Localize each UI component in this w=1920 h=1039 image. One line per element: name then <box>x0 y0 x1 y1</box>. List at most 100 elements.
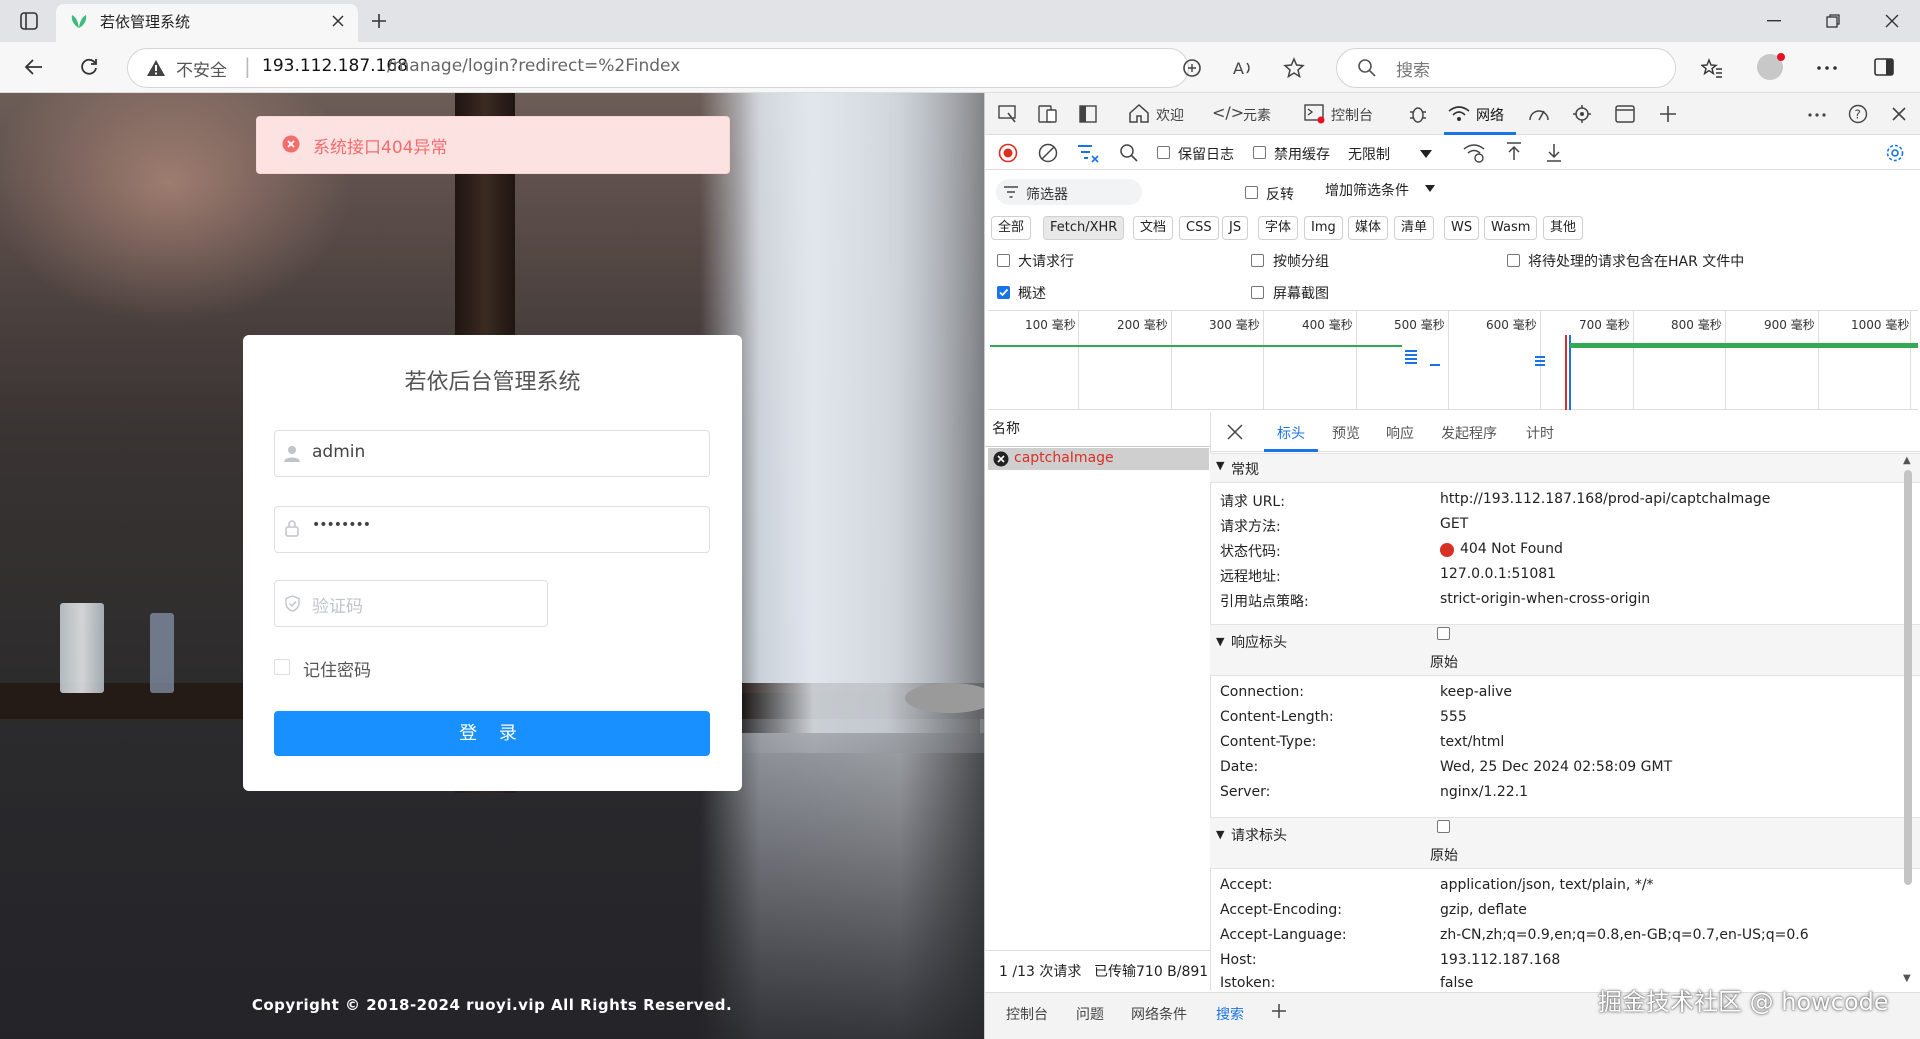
tab-response[interactable]: 响应 <box>1386 423 1414 443</box>
tab-actions-icon[interactable] <box>20 12 38 30</box>
overview-checkbox[interactable] <box>997 286 1010 299</box>
home-icon[interactable] <box>1128 103 1150 123</box>
console-icon[interactable] <box>1304 104 1326 124</box>
type-img[interactable]: Img <box>1304 216 1343 240</box>
security-label[interactable]: 不安全 <box>176 56 227 81</box>
remember-checkbox[interactable] <box>274 659 290 675</box>
filter-toggle-icon[interactable] <box>1077 143 1099 163</box>
har-label[interactable]: 将待处理的请求包含在HAR 文件中 <box>1528 251 1744 271</box>
type-media[interactable]: 媒体 <box>1348 216 1389 240</box>
clear-icon[interactable] <box>1038 143 1058 163</box>
name-column-header[interactable]: 名称 <box>992 418 1020 438</box>
throttle-select[interactable]: 无限制 <box>1348 144 1390 164</box>
tab-headers[interactable]: 标头 <box>1277 423 1305 443</box>
general-section-header[interactable] <box>1210 453 1920 483</box>
tab-elements[interactable]: 元素 <box>1243 105 1271 125</box>
type-all[interactable]: 全部 <box>991 216 1032 240</box>
read-aloud-icon[interactable]: A <box>1232 58 1254 78</box>
tab-network[interactable]: 网络 <box>1476 105 1504 125</box>
application-icon[interactable] <box>1615 104 1635 124</box>
type-fetch-xhr[interactable]: Fetch/XHR <box>1043 216 1125 240</box>
tab-welcome[interactable]: 欢迎 <box>1156 105 1184 125</box>
screenshots-label[interactable]: 屏幕截图 <box>1273 283 1329 303</box>
performance-icon[interactable] <box>1528 104 1550 124</box>
url-path[interactable]: /manage/login?redirect=%2Findex <box>387 56 680 76</box>
login-button[interactable]: 登 录 <box>274 711 710 756</box>
type-doc[interactable]: 文档 <box>1133 216 1174 240</box>
favorite-star-icon[interactable] <box>1283 57 1305 79</box>
warning-icon[interactable] <box>146 59 166 77</box>
drawer-add-icon[interactable] <box>1271 1003 1287 1019</box>
request-raw-label[interactable]: 原始 <box>1430 845 1458 865</box>
type-css[interactable]: CSS <box>1179 216 1219 240</box>
general-title[interactable]: 常规 <box>1231 459 1259 479</box>
close-window-icon[interactable] <box>1885 14 1899 28</box>
new-tab-icon[interactable] <box>370 12 388 30</box>
tab-console[interactable]: 控制台 <box>1331 105 1373 125</box>
tab-preview[interactable]: 预览 <box>1332 423 1360 443</box>
type-other[interactable]: 其他 <box>1543 216 1584 240</box>
restore-icon[interactable] <box>1826 14 1840 28</box>
device-emulation-icon[interactable] <box>1038 105 1058 123</box>
overview-label[interactable]: 概述 <box>1018 283 1046 303</box>
type-manifest[interactable]: 清单 <box>1394 216 1435 240</box>
devtools-close-icon[interactable] <box>1891 106 1907 122</box>
network-conditions-icon[interactable] <box>1463 143 1485 163</box>
type-js[interactable]: JS <box>1222 216 1249 240</box>
add-tool-icon[interactable] <box>1659 105 1677 123</box>
dock-icon[interactable] <box>1079 105 1097 123</box>
close-tab-icon[interactable] <box>331 14 345 28</box>
big-rows-checkbox[interactable] <box>997 254 1010 267</box>
drawer-tab-network-conditions[interactable]: 网络条件 <box>1131 1004 1187 1024</box>
more-menu-icon[interactable] <box>1817 66 1837 70</box>
group-by-frame-checkbox[interactable] <box>1251 254 1264 267</box>
close-detail-icon[interactable] <box>1227 424 1243 440</box>
disable-cache-checkbox[interactable] <box>1253 146 1266 159</box>
request-raw-checkbox[interactable] <box>1437 820 1450 833</box>
response-raw-label[interactable]: 原始 <box>1430 652 1458 672</box>
tab-initiator[interactable]: 发起程序 <box>1441 423 1497 443</box>
inspect-icon[interactable] <box>998 105 1018 123</box>
request-headers-title[interactable]: 请求标头 <box>1231 825 1287 845</box>
type-font[interactable]: 字体 <box>1258 216 1299 240</box>
more-filters-button[interactable]: 增加筛选条件 <box>1325 180 1409 200</box>
minimize-icon[interactable] <box>1767 20 1781 22</box>
export-har-icon[interactable] <box>1545 142 1563 162</box>
type-wasm[interactable]: Wasm <box>1484 216 1538 240</box>
request-name[interactable]: captchaImage <box>1014 450 1114 466</box>
remember-label[interactable]: 记住密码 <box>303 656 371 681</box>
search-network-icon[interactable] <box>1119 143 1139 163</box>
group-by-frame-label[interactable]: 按帧分组 <box>1273 251 1329 271</box>
type-ws[interactable]: WS <box>1444 216 1480 240</box>
network-settings-gear-icon[interactable] <box>1885 143 1905 163</box>
help-icon[interactable]: ? <box>1848 104 1868 124</box>
dropdown-arrow-icon[interactable] <box>1420 150 1432 158</box>
scroll-up-arrow-icon[interactable]: ▲ <box>1903 455 1911 466</box>
har-checkbox[interactable] <box>1507 254 1520 267</box>
favorites-icon[interactable] <box>1701 57 1723 79</box>
preserve-log-label[interactable]: 保留日志 <box>1178 144 1234 164</box>
invert-label[interactable]: 反转 <box>1266 184 1294 204</box>
drawer-tab-search[interactable]: 搜索 <box>1216 1004 1244 1024</box>
response-headers-title[interactable]: 响应标头 <box>1231 632 1287 652</box>
big-rows-label[interactable]: 大请求行 <box>1018 251 1074 271</box>
back-icon[interactable] <box>24 58 44 76</box>
translate-icon[interactable] <box>1182 58 1202 78</box>
disable-cache-label[interactable]: 禁用缓存 <box>1274 144 1330 164</box>
scroll-down-arrow-icon[interactable]: ▼ <box>1903 973 1911 984</box>
sidebar-toggle-icon[interactable] <box>1874 58 1894 76</box>
drawer-tab-issues[interactable]: 问题 <box>1076 1004 1104 1024</box>
record-icon[interactable] <box>998 143 1018 163</box>
screenshots-checkbox[interactable] <box>1251 286 1264 299</box>
memory-icon[interactable] <box>1572 104 1592 124</box>
response-headers-section-header[interactable] <box>1210 624 1920 676</box>
invert-checkbox[interactable] <box>1245 186 1258 199</box>
request-headers-section-header[interactable] <box>1210 817 1920 869</box>
response-raw-checkbox[interactable] <box>1437 627 1450 640</box>
tab-timing[interactable]: 计时 <box>1526 423 1554 443</box>
refresh-icon[interactable] <box>79 57 99 77</box>
preserve-log-checkbox[interactable] <box>1157 146 1170 159</box>
scrollbar-thumb[interactable] <box>1904 470 1912 885</box>
devtools-more-icon[interactable] <box>1808 113 1826 117</box>
drawer-tab-console[interactable]: 控制台 <box>1006 1004 1048 1024</box>
